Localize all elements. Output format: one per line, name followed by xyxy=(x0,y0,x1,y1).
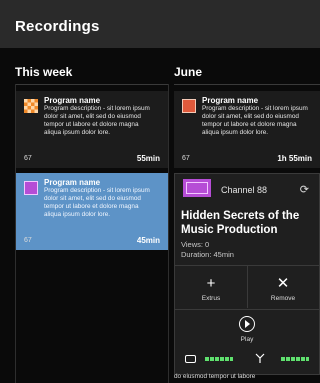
program-name: Program name xyxy=(44,96,101,105)
program-description: Program description - sit lorem ipsum do… xyxy=(202,105,308,136)
column-label-june: June xyxy=(174,65,203,79)
divider xyxy=(175,309,319,310)
battery-icon xyxy=(185,355,196,363)
duration-text: Duration: 45min xyxy=(181,250,234,259)
recording-details-popup: Channel 88 ⟳ Hidden Secrets of the Music… xyxy=(174,173,320,375)
channel-name: Channel 88 xyxy=(221,185,268,195)
program-name: Program name xyxy=(44,178,101,187)
program-thumbnail-icon xyxy=(24,99,38,113)
recording-duration: 1h 55min xyxy=(277,154,312,163)
antenna-icon xyxy=(255,353,265,363)
play-button[interactable]: Play xyxy=(211,316,283,343)
program-thumbnail-icon xyxy=(24,181,38,195)
app-header: Recordings xyxy=(0,0,320,48)
program-description: do eiusmod tempor ut labore xyxy=(174,373,256,380)
remove-button[interactable]: ✕ Remove xyxy=(247,276,319,302)
signal-status-row xyxy=(175,352,319,366)
play-icon xyxy=(239,316,255,332)
plus-icon: + xyxy=(206,275,216,292)
recording-count: 67 xyxy=(182,155,190,162)
recording-card[interactable]: Program name Program description - sit l… xyxy=(174,91,320,168)
signal-bar xyxy=(205,357,233,361)
recording-duration: 55min xyxy=(136,154,160,163)
page-title: Recordings xyxy=(15,18,100,35)
extras-button[interactable]: + Extrus xyxy=(175,276,247,302)
remove-label: Remove xyxy=(270,295,296,302)
recording-duration: 45min xyxy=(136,236,160,245)
program-description: Program description - sit lorem ipsum do… xyxy=(44,187,150,218)
program-name: Program name xyxy=(202,96,259,105)
close-icon: ✕ xyxy=(276,275,290,292)
signal-bar xyxy=(281,357,309,361)
program-thumbnail-icon xyxy=(182,99,196,113)
divider xyxy=(174,84,320,85)
column-border xyxy=(168,84,169,383)
recording-card[interactable]: Program name Program description - sit l… xyxy=(16,91,168,168)
recording-card-selected[interactable]: Program name Program description - sit l… xyxy=(16,173,168,250)
divider xyxy=(15,84,168,85)
recording-count: 67 xyxy=(24,155,32,162)
column-label-this-week: This week xyxy=(15,65,73,79)
play-label: Play xyxy=(240,336,254,343)
refresh-icon[interactable]: ⟳ xyxy=(300,183,309,196)
extras-label: Extrus xyxy=(201,295,221,302)
channel-logo-icon xyxy=(183,179,211,197)
program-description: Program description - sit lorem ipsum do… xyxy=(44,105,150,136)
views-count: Views: 0 xyxy=(181,240,210,249)
recording-count: 67 xyxy=(24,237,32,244)
recording-title: Hidden Secrets of the Music Production xyxy=(181,210,300,236)
